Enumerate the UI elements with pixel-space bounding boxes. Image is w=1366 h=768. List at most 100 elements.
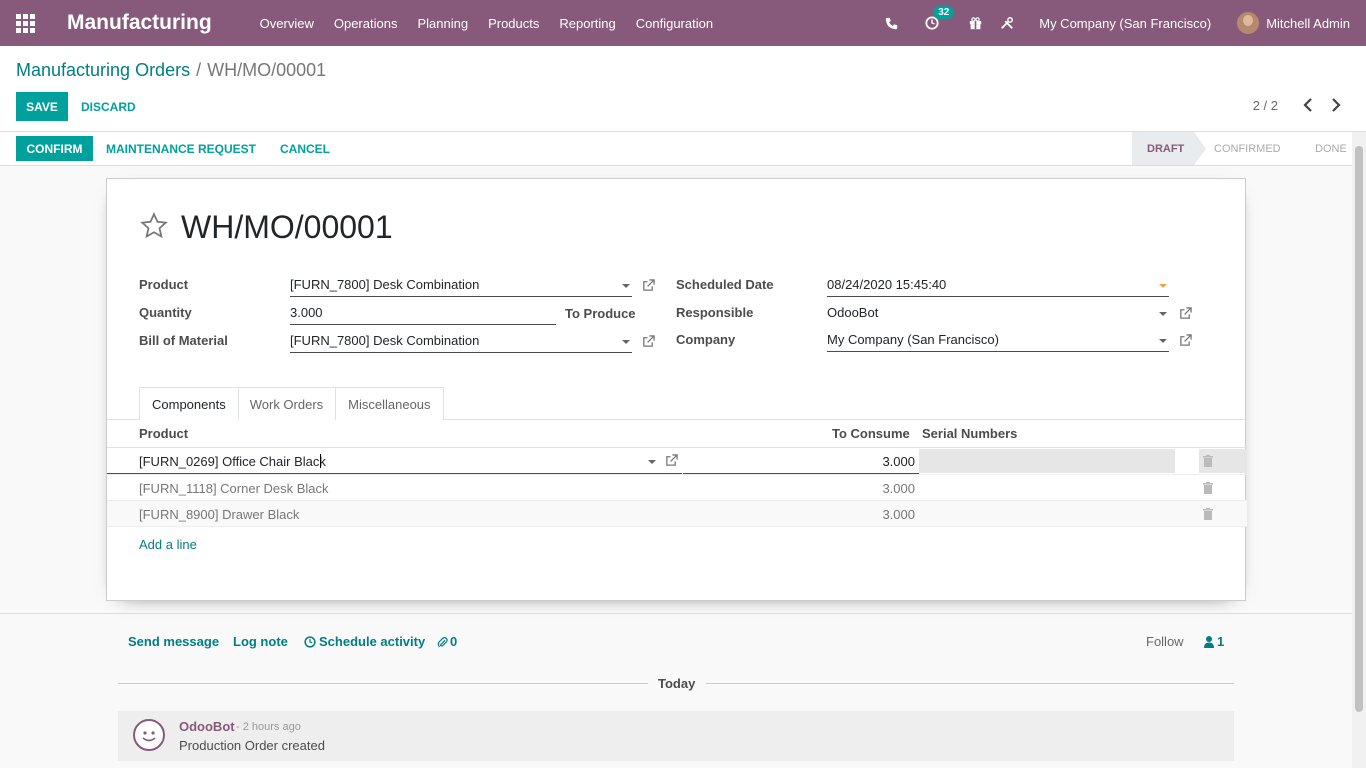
scrollbar-thumb[interactable] [1355,146,1363,712]
user-avatar[interactable] [1237,12,1260,34]
delete-row-icon[interactable] [1203,508,1213,520]
breadcrumb: Manufacturing Orders / WH/MO/00001 [16,60,326,81]
bom-label: Bill of Material [139,333,228,348]
col-to-consume-header[interactable]: To Consume [832,426,910,441]
menu-overview[interactable]: Overview [260,16,314,31]
component-qty-editor[interactable]: 3.000 [683,448,919,474]
quantity-field[interactable]: 3.000 [290,303,556,325]
clock-icon [304,635,316,648]
component-product-editor[interactable]: [FURN_0269] Office Chair Black [107,448,682,474]
component-qty[interactable]: 3.000 [882,507,915,522]
table-row[interactable]: [FURN_8900] Drawer Black 3.000 [107,501,1247,527]
pager-next-icon[interactable] [1328,96,1344,114]
bom-dropdown-caret-icon[interactable] [622,340,630,344]
odoobot-avatar[interactable] [133,719,165,751]
tab-work-orders[interactable]: Work Orders [237,387,337,420]
menu-configuration[interactable]: Configuration [636,16,713,31]
form-statusbar: CONFIRM MAINTENANCE REQUEST CANCEL DRAFT… [0,132,1366,166]
user-icon [1204,635,1214,648]
maintenance-request-button[interactable]: MAINTENANCE REQUEST [106,142,256,156]
send-message-button[interactable]: Send message [128,634,219,649]
stage-draft: DRAFT [1132,132,1206,165]
component-product-input[interactable]: [FURN_0269] Office Chair Black [139,454,326,469]
bom-external-link-icon[interactable] [642,335,655,348]
table-row[interactable]: [FURN_1118] Corner Desk Black 3.000 [107,475,1247,501]
breadcrumb-parent[interactable]: Manufacturing Orders [16,60,190,80]
app-name[interactable]: Manufacturing [67,11,212,35]
followers-button[interactable]: 1 [1204,634,1224,649]
chatter-message: OdooBot - 2 hours ago Production Order c… [118,711,1234,761]
confirm-button[interactable]: CONFIRM [16,136,93,161]
quantity-label: Quantity [139,305,192,320]
pager-value: 2 / 2 [1252,98,1278,113]
company-field[interactable]: My Company (San Francisco) [827,330,1169,352]
col-serial-numbers-header[interactable]: Serial Numbers [922,426,1017,441]
scheduled-date-caret-icon[interactable] [1159,284,1167,288]
to-produce-label: To Produce [565,306,636,321]
gift-icon[interactable] [964,12,986,34]
component-product-caret-icon[interactable] [648,460,656,464]
product-dropdown-caret-icon[interactable] [622,284,630,288]
apps-menu-icon[interactable] [0,0,50,46]
favorite-star-icon[interactable] [139,211,169,244]
chatter-divider [0,613,1352,614]
product-external-link-icon[interactable] [642,279,655,292]
schedule-activity-button[interactable]: Schedule activity [304,634,425,649]
menu-reporting[interactable]: Reporting [559,16,615,31]
schedule-activity-label: Schedule activity [319,634,426,649]
tab-miscellaneous[interactable]: Miscellaneous [335,387,444,420]
component-product[interactable]: [FURN_8900] Drawer Black [139,507,299,522]
day-separator-right [706,683,1234,684]
debug-tools-icon[interactable] [996,12,1018,34]
navbar-systray: 32 My Company (San Francisco) Mitchell A… [875,0,1366,46]
delete-row-icon[interactable] [1203,482,1213,494]
log-note-button[interactable]: Log note [233,634,288,649]
day-separator-label: Today [658,676,696,691]
add-line-link[interactable]: Add a line [139,537,197,552]
company-external-link-icon[interactable] [1179,334,1192,347]
responsible-external-link-icon[interactable] [1179,307,1192,320]
product-label: Product [139,277,189,292]
message-author[interactable]: OdooBot [179,719,235,734]
main-menu: Overview Operations Planning Products Re… [260,16,733,31]
company-dropdown-caret-icon[interactable] [1159,339,1167,343]
breadcrumb-current: WH/MO/00001 [207,60,327,80]
stage-done[interactable]: DONE [1290,132,1352,165]
cancel-button[interactable]: CANCEL [280,142,330,156]
user-menu[interactable]: Mitchell Admin [1266,16,1350,31]
delete-row-icon[interactable] [1203,455,1213,467]
component-qty[interactable]: 3.000 [882,481,915,496]
activity-clock-icon[interactable]: 32 [921,6,955,34]
save-button[interactable]: SAVE [16,92,68,121]
menu-products[interactable]: Products [488,16,539,31]
component-external-link-icon[interactable] [665,454,678,467]
stage-confirmed[interactable]: CONFIRMED [1194,132,1290,165]
scheduled-date-field[interactable]: 08/24/2020 15:45:40 [827,275,1169,297]
page-scrollbar[interactable] [1352,132,1366,768]
serial-numbers-cell[interactable] [919,449,1175,473]
discard-button[interactable]: DISCARD [81,100,136,114]
component-product[interactable]: [FURN_1118] Corner Desk Black [139,481,329,496]
top-navbar: Manufacturing Overview Operations Planni… [0,0,1366,46]
activity-count-badge: 32 [933,6,955,19]
form-sheet: WH/MO/00001 Product [FURN_7800] Desk Com… [106,178,1247,601]
menu-operations[interactable]: Operations [334,16,398,31]
bom-value: [FURN_7800] Desk Combination [290,333,480,348]
pager-previous-icon[interactable] [1300,96,1316,114]
message-body: Production Order created [179,738,325,753]
component-qty-input[interactable]: 3.000 [882,454,915,469]
menu-planning[interactable]: Planning [417,16,468,31]
follow-button[interactable]: Follow [1146,634,1184,649]
bom-field[interactable]: [FURN_7800] Desk Combination [290,331,632,353]
table-row[interactable]: [FURN_0269] Office Chair Black 3.000 [107,448,1247,475]
title-row: WH/MO/00001 [139,209,393,246]
col-product-header[interactable]: Product [139,426,188,441]
company-switcher[interactable]: My Company (San Francisco) [1039,16,1211,31]
responsible-field[interactable]: OdooBot [827,303,1169,325]
responsible-dropdown-caret-icon[interactable] [1159,312,1167,316]
message-date: - 2 hours ago [236,721,301,733]
tab-components[interactable]: Components [139,387,239,420]
attachments-button[interactable]: 0 [437,634,457,649]
phone-icon[interactable] [880,12,902,34]
product-field[interactable]: [FURN_7800] Desk Combination [290,275,632,297]
